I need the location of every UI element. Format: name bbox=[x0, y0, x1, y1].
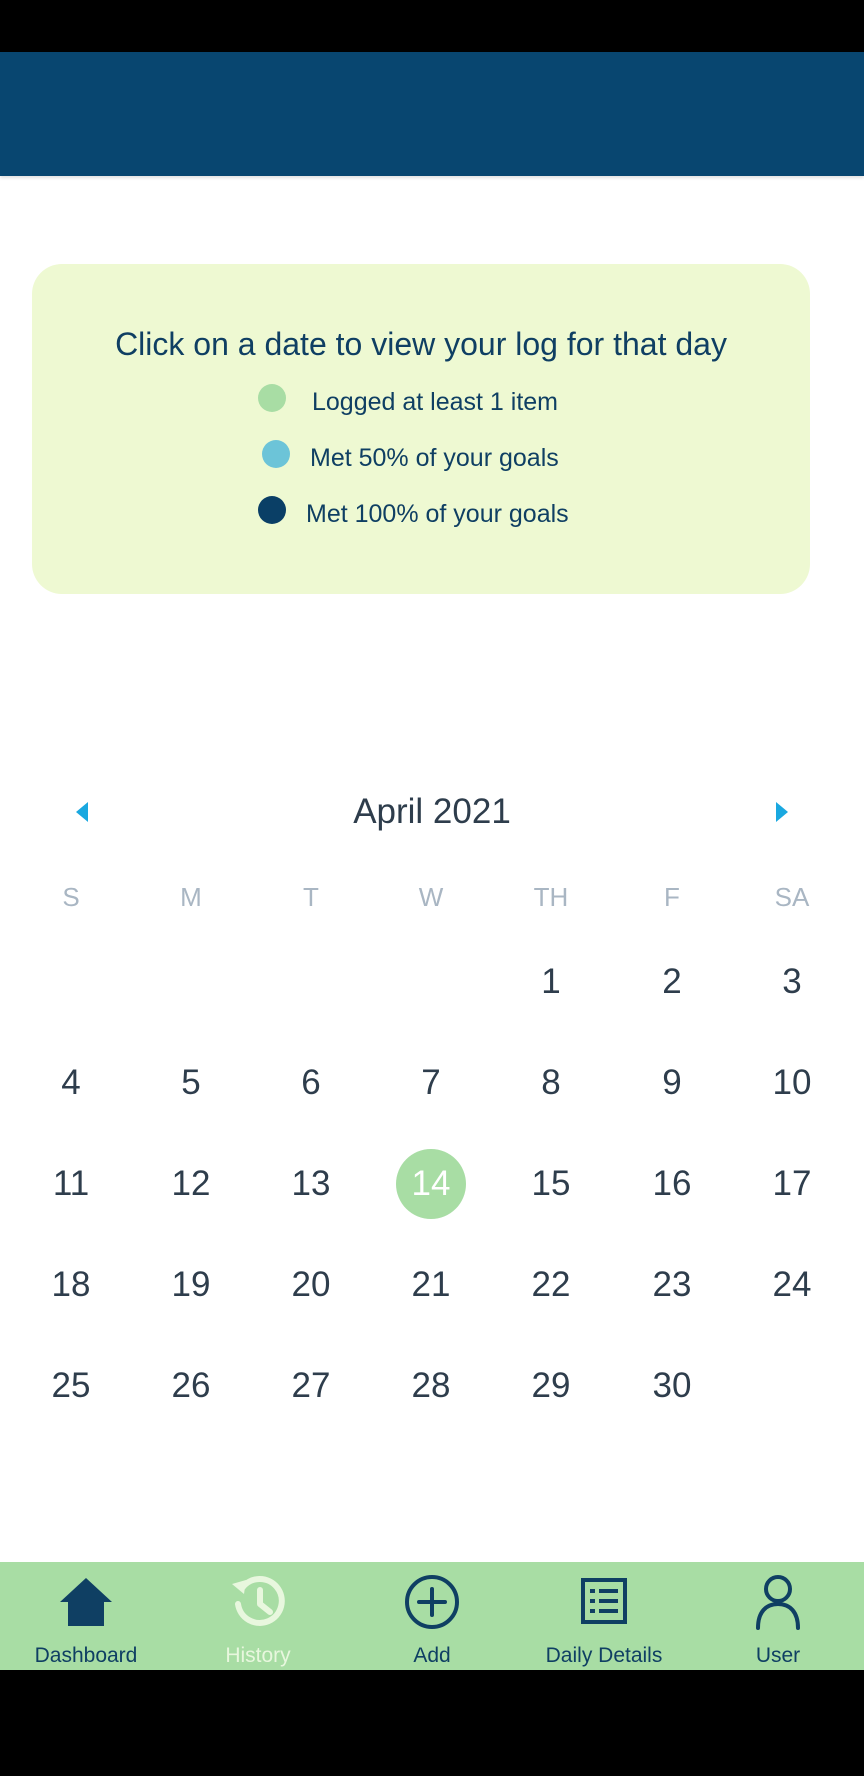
tab-label: History bbox=[225, 1644, 291, 1667]
calendar-day[interactable]: 1 bbox=[501, 942, 601, 1022]
history-icon bbox=[232, 1576, 285, 1626]
calendar-day-selected[interactable]: 14 bbox=[381, 1144, 481, 1224]
weekday-label: W bbox=[418, 882, 444, 912]
add-circle-icon bbox=[405, 1575, 459, 1629]
calendar-day[interactable]: 27 bbox=[261, 1346, 361, 1426]
calendar-day[interactable]: 18 bbox=[21, 1245, 121, 1325]
calendar-day[interactable]: 29 bbox=[501, 1346, 601, 1426]
weekday-label: TH bbox=[533, 882, 569, 912]
legend-label: Logged at least 1 item bbox=[312, 388, 558, 416]
calendar-day[interactable]: 12 bbox=[141, 1144, 241, 1224]
calendar-day[interactable]: 28 bbox=[381, 1346, 481, 1426]
calendar-day[interactable]: 16 bbox=[622, 1144, 722, 1224]
tab-dashboard[interactable]: Dashboard bbox=[0, 1562, 172, 1670]
tab-add[interactable]: Add bbox=[346, 1562, 518, 1670]
calendar-day[interactable]: 10 bbox=[742, 1043, 842, 1123]
calendar-day[interactable]: 4 bbox=[21, 1043, 121, 1123]
calendar-day[interactable]: 20 bbox=[261, 1245, 361, 1325]
tab-user[interactable]: User bbox=[692, 1562, 864, 1670]
calendar-day[interactable]: 11 bbox=[21, 1144, 121, 1224]
tab-label: Daily Details bbox=[545, 1644, 663, 1667]
weekday-label: SA bbox=[774, 882, 810, 912]
tab-label: Add bbox=[413, 1644, 451, 1667]
logged-dot-icon bbox=[258, 384, 286, 412]
legend-label: Met 100% of your goals bbox=[306, 500, 569, 528]
tab-label: User bbox=[755, 1644, 801, 1667]
calendar-day[interactable]: 15 bbox=[501, 1144, 601, 1224]
app-header bbox=[0, 52, 864, 176]
status-bar bbox=[0, 0, 864, 52]
legend-item-logged: Logged at least 1 item bbox=[258, 384, 618, 424]
calendar-day[interactable]: 22 bbox=[501, 1245, 601, 1325]
calendar-day[interactable]: 17 bbox=[742, 1144, 842, 1224]
system-navigation-bar bbox=[0, 1670, 864, 1776]
calendar-day[interactable]: 7 bbox=[381, 1043, 481, 1123]
calendar-day[interactable]: 19 bbox=[141, 1245, 241, 1325]
month-navigation: April 2021 bbox=[0, 770, 864, 856]
bottom-tab-bar: Dashboard History Add Daily Details User bbox=[0, 1562, 864, 1670]
weekday-label: S bbox=[62, 882, 80, 912]
calendar-day[interactable]: 9 bbox=[622, 1043, 722, 1123]
calendar-day[interactable]: 26 bbox=[141, 1346, 241, 1426]
month-title: April 2021 bbox=[353, 792, 511, 831]
calendar-day[interactable]: 30 bbox=[622, 1346, 722, 1426]
list-icon bbox=[581, 1578, 627, 1624]
weekday-label: F bbox=[664, 882, 680, 912]
chevron-right-icon bbox=[776, 802, 788, 822]
full-goals-dot-icon bbox=[258, 496, 286, 524]
info-title: Click on a date to view your log for tha… bbox=[115, 326, 727, 362]
legend-item-full: Met 100% of your goals bbox=[258, 496, 618, 536]
calendar-day[interactable]: 13 bbox=[261, 1144, 361, 1224]
half-goals-dot-icon bbox=[262, 440, 290, 468]
weekday-label: T bbox=[303, 882, 319, 912]
calendar-day[interactable]: 3 bbox=[742, 942, 842, 1022]
calendar-day[interactable]: 23 bbox=[622, 1245, 722, 1325]
info-card: Click on a date to view your log for tha… bbox=[32, 264, 810, 594]
calendar-day[interactable]: 24 bbox=[742, 1245, 842, 1325]
calendar-day[interactable]: 8 bbox=[501, 1043, 601, 1123]
calendar-day[interactable]: 25 bbox=[21, 1346, 121, 1426]
legend-label: Met 50% of your goals bbox=[310, 444, 559, 472]
tab-history[interactable]: History bbox=[172, 1562, 344, 1670]
calendar-day[interactable]: 5 bbox=[141, 1043, 241, 1123]
weekday-label: M bbox=[180, 882, 202, 912]
calendar-day[interactable]: 6 bbox=[261, 1043, 361, 1123]
tab-daily-details[interactable]: Daily Details bbox=[518, 1562, 690, 1670]
home-icon bbox=[60, 1578, 112, 1626]
calendar-day[interactable]: 21 bbox=[381, 1245, 481, 1325]
next-month-button[interactable] bbox=[762, 792, 802, 832]
tab-label: Dashboard bbox=[34, 1644, 138, 1667]
user-icon bbox=[756, 1575, 800, 1630]
legend-item-half: Met 50% of your goals bbox=[262, 440, 622, 480]
calendar-day[interactable]: 2 bbox=[622, 942, 722, 1022]
